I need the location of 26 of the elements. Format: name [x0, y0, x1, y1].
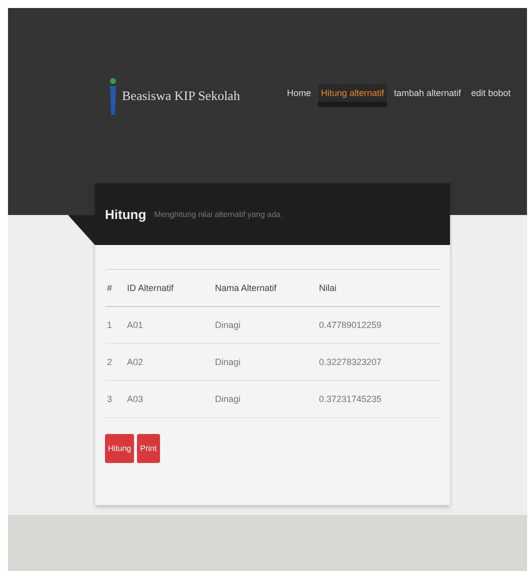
table-cell-text: Dinagi — [215, 320, 242, 330]
table-cell-text: 3 — [107, 394, 114, 404]
table-cell-text: A03 — [127, 394, 144, 404]
person-icon — [108, 76, 118, 114]
column-header: Nilai — [319, 283, 338, 293]
nav-link[interactable]: tambah alternatif — [391, 84, 464, 107]
action-button[interactable]: Print — [137, 434, 160, 463]
action-button[interactable]: Hitung — [105, 434, 134, 463]
nav-link[interactable]: Home — [284, 84, 314, 107]
nav-link[interactable]: edit bobot — [468, 84, 514, 107]
column-header: ID Alternatif — [127, 283, 175, 293]
brand-name: Beasiswa KIP Sekolah — [122, 88, 240, 104]
table-cell-text: 0.37231745235 — [319, 394, 383, 404]
column-header: Nama Alternatif — [215, 283, 278, 293]
nav-link[interactable]: Hitung alternatif — [318, 84, 388, 107]
table-cell-text: 1 — [107, 320, 114, 330]
panel-subtitle: Menghitung nilai alternatif yang ada — [154, 210, 280, 218]
table-cell-text: 0.47789012259 — [319, 320, 383, 330]
panel-title: Hitung — [105, 206, 146, 222]
column-header: # — [107, 283, 114, 293]
table-cell-text: A01 — [127, 320, 144, 330]
table-cell-text: Dinagi — [215, 394, 242, 404]
table-cell-text: A02 — [127, 357, 144, 367]
table-cell-text: Dinagi — [215, 357, 242, 367]
table-cell-text: 0.32278323207 — [319, 357, 383, 367]
table-cell-text: 2 — [107, 357, 114, 367]
